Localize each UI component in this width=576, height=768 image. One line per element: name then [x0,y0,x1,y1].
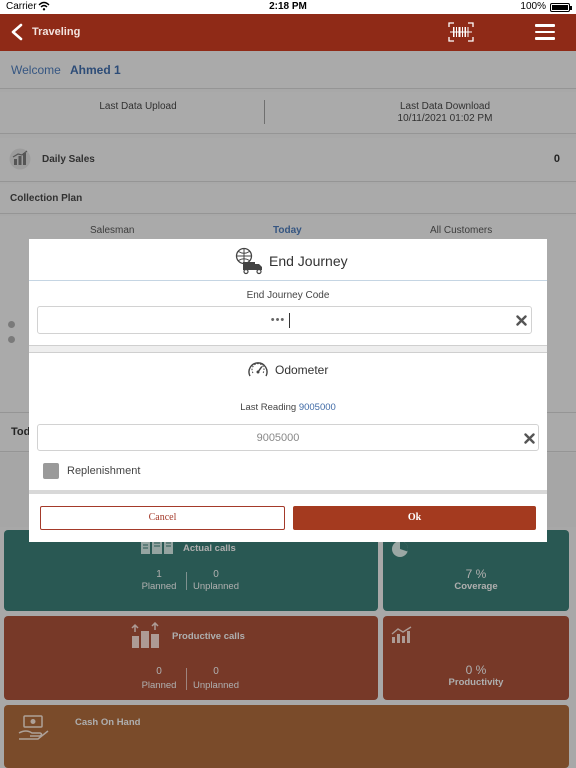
clock: 2:18 PM [269,1,307,12]
odometer-title: Odometer [275,363,329,377]
odometer-input[interactable]: 9005000 [37,424,539,451]
battery-icon [550,3,572,12]
odometer-header: Odometer [29,357,547,385]
end-journey-code-label: End Journey Code [246,290,330,301]
last-reading-value: 9005000 [298,402,336,413]
end-journey-code-input[interactable]: ••• [37,306,532,334]
section-divider [29,345,547,353]
barcode-scan-icon[interactable] [448,22,474,42]
end-journey-code-value: ••• [270,314,286,326]
footer-divider [29,490,547,494]
end-journey-truck-icon [235,247,262,275]
ok-button[interactable]: Ok [293,506,536,530]
odometer-placeholder: 9005000 [256,432,300,444]
battery-percent: 100% [520,1,546,12]
cancel-button[interactable]: Cancel [40,506,285,530]
clear-odometer-icon[interactable] [524,433,535,444]
hamburger-menu-icon[interactable] [535,24,555,40]
header-title: Traveling [32,26,81,38]
end-journey-dialog: End Journey End Journey Code ••• Odomete… [29,239,547,542]
odometer-gauge-icon [248,362,268,377]
back-arrow-icon[interactable] [10,23,24,41]
last-reading: Last Reading 9005000 [29,402,547,413]
clear-code-icon[interactable] [516,315,527,326]
dialog-title: End Journey [269,253,348,269]
status-bar: Carrier 2:18 PM 100% [0,0,576,14]
text-cursor [289,313,290,328]
replenishment-checkbox[interactable] [43,463,59,479]
app-header: Traveling [0,14,576,51]
last-reading-label: Last Reading [240,402,297,413]
dialog-header: End Journey [29,239,547,281]
replenishment-label: Replenishment [67,465,141,477]
